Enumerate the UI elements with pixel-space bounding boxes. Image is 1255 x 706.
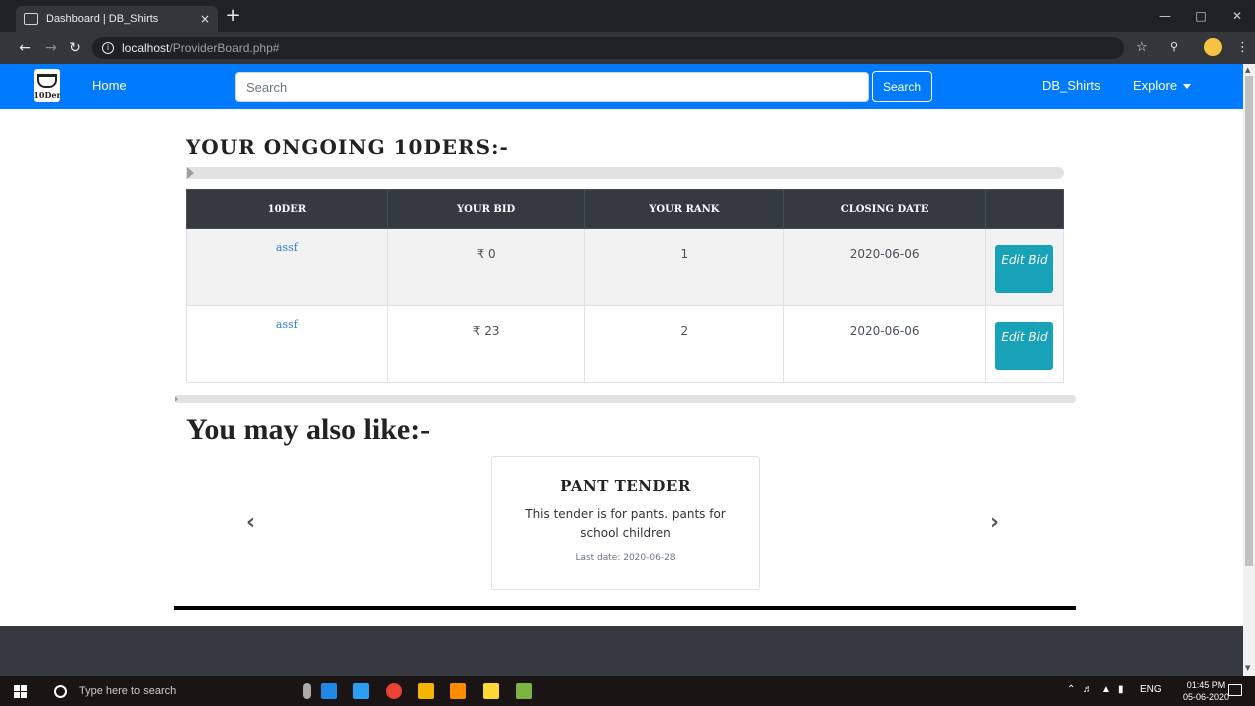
- action-cell: Edit Bid: [984, 228, 1065, 306]
- app-icon[interactable]: [353, 683, 369, 699]
- action-cell: Edit Bid: [984, 305, 1065, 383]
- sticky-notes-icon[interactable]: [418, 683, 434, 699]
- table-header-row: 10DER YOUR BID YOUR RANK CLOSING DATE: [186, 189, 1065, 229]
- tab-close-icon[interactable]: ×: [200, 12, 210, 26]
- file-explorer-icon[interactable]: [483, 683, 499, 699]
- edit-bid-button[interactable]: Edit Bid: [995, 322, 1054, 370]
- taskbar-search-text: Type here to search: [79, 685, 177, 697]
- edit-bid-button[interactable]: Edit Bid: [995, 245, 1054, 293]
- clock-date: 05-06-2020: [1183, 692, 1230, 702]
- column-header: [984, 189, 1065, 229]
- content-divider: [174, 606, 1076, 610]
- volume-icon[interactable]: ♬: [1083, 684, 1093, 695]
- site-info-icon[interactable]: i: [102, 42, 114, 54]
- scroll-down-icon[interactable]: ▼: [1245, 664, 1250, 672]
- column-header: YOUR BID: [386, 189, 586, 229]
- network-icon[interactable]: ▲: [1101, 684, 1111, 695]
- ongoing-heading: YOUR ONGOING 10DERS:-: [186, 135, 509, 159]
- url-host: localhost: [122, 41, 170, 55]
- rank-cell: 2: [584, 305, 785, 383]
- editor-icon[interactable]: [516, 683, 532, 699]
- column-header: CLOSING DATE: [783, 189, 986, 229]
- tab-title: Dashboard | DB_Shirts: [46, 13, 159, 25]
- search-input[interactable]: [235, 72, 869, 102]
- bid-cell: ₹ 23: [386, 305, 586, 383]
- language-indicator[interactable]: ENG: [1140, 684, 1162, 695]
- card-last-date: Last date: 2020-06-28: [575, 553, 676, 563]
- page-favicon-icon: [24, 13, 38, 25]
- logo-text: 10Der: [33, 90, 61, 100]
- browser-tab-bar: Dashboard | DB_Shirts × + — □ ✕: [0, 0, 1255, 32]
- page-scrollbar[interactable]: ▲ ▼: [1243, 64, 1255, 676]
- cortana-icon: [54, 684, 67, 698]
- explore-label: Explore: [1133, 78, 1178, 93]
- profile-avatar[interactable]: [1204, 38, 1222, 56]
- nav-brand-link[interactable]: DB_Shirts: [1042, 78, 1101, 93]
- bookmark-star-icon[interactable]: ☆: [1136, 40, 1148, 55]
- new-tab-button[interactable]: +: [222, 6, 244, 28]
- xampp-icon[interactable]: [450, 683, 466, 699]
- page-footer: [0, 626, 1243, 676]
- browser-menu-icon[interactable]: ⋮: [1236, 40, 1249, 55]
- rank-cell: 1: [584, 228, 785, 306]
- windows-taskbar: Type here to search ⌃ ♬ ▲ ▮ ENG 01:45 PM…: [0, 676, 1255, 706]
- tender-card[interactable]: PANT TENDER This tender is for pants. pa…: [491, 456, 760, 590]
- search-button[interactable]: Search: [872, 71, 932, 102]
- extension-icon[interactable]: ⚲: [1170, 40, 1178, 53]
- carousel-next-icon[interactable]: ›: [990, 510, 999, 535]
- back-arrow-icon[interactable]: ←: [16, 40, 34, 56]
- scroll-thumb[interactable]: [1245, 76, 1253, 566]
- forward-arrow-icon[interactable]: →: [42, 40, 60, 56]
- bid-cell: ₹ 0: [386, 228, 586, 306]
- browser-tab[interactable]: Dashboard | DB_Shirts ×: [16, 6, 218, 32]
- section-divider: [176, 395, 1076, 403]
- taskbar-search[interactable]: Type here to search: [40, 676, 280, 706]
- minimize-icon[interactable]: —: [1147, 0, 1183, 32]
- table-row: assf ₹ 23 2 2020-06-06 Edit Bid: [186, 305, 1065, 383]
- windows-start-icon[interactable]: [14, 685, 27, 698]
- ongoing-bids-table: 10DER YOUR BID YOUR RANK CLOSING DATE as…: [186, 189, 1065, 383]
- column-header: YOUR RANK: [584, 189, 785, 229]
- closing-date-cell: 2020-06-06: [783, 305, 986, 383]
- clock-time: 01:45 PM: [1186, 680, 1226, 690]
- maximize-icon[interactable]: □: [1183, 0, 1219, 32]
- url-path: /ProviderBoard.php#: [169, 41, 280, 55]
- chrome-icon[interactable]: [386, 683, 402, 699]
- window-close-icon[interactable]: ✕: [1219, 0, 1255, 32]
- address-bar: ← → ↻ i localhost/ProviderBoard.php# ☆ ⚲…: [0, 32, 1255, 64]
- notification-icon[interactable]: [1228, 684, 1242, 696]
- card-description: This tender is for pants. pants for scho…: [525, 507, 726, 540]
- url-field[interactable]: i localhost/ProviderBoard.php#: [92, 37, 1124, 59]
- column-header: 10DER: [186, 189, 388, 229]
- microphone-icon[interactable]: [303, 683, 311, 699]
- reload-icon[interactable]: ↻: [66, 40, 84, 56]
- taskbar-clock[interactable]: 01:45 PM 05-06-2020: [1183, 679, 1229, 703]
- site-navbar: 10Der Home Search DB_Shirts Explore: [0, 64, 1243, 109]
- divider-triangle-icon: [175, 396, 178, 402]
- suggestions-heading: You may also like:-: [186, 413, 431, 446]
- battery-icon[interactable]: ▮: [1118, 684, 1124, 695]
- tender-name-link[interactable]: assf: [186, 228, 388, 306]
- tender-name-link[interactable]: assf: [186, 305, 388, 383]
- nav-explore-dropdown[interactable]: Explore: [1133, 78, 1192, 93]
- table-row: assf ₹ 0 1 2020-06-06 Edit Bid: [186, 228, 1065, 306]
- closing-date-cell: 2020-06-06: [783, 228, 986, 306]
- card-title: PANT TENDER: [560, 477, 691, 495]
- caret-down-icon: [1183, 84, 1192, 90]
- carousel-prev-icon[interactable]: ‹: [246, 510, 255, 535]
- divider-triangle-icon: [187, 167, 194, 179]
- section-divider: [186, 167, 1064, 179]
- mail-icon[interactable]: [321, 683, 337, 699]
- scroll-up-icon[interactable]: ▲: [1245, 66, 1250, 74]
- nav-home-link[interactable]: Home: [92, 78, 127, 93]
- logo-cup-icon: [37, 74, 57, 88]
- site-logo[interactable]: 10Der: [33, 69, 61, 102]
- tray-up-icon[interactable]: ⌃: [1067, 684, 1075, 695]
